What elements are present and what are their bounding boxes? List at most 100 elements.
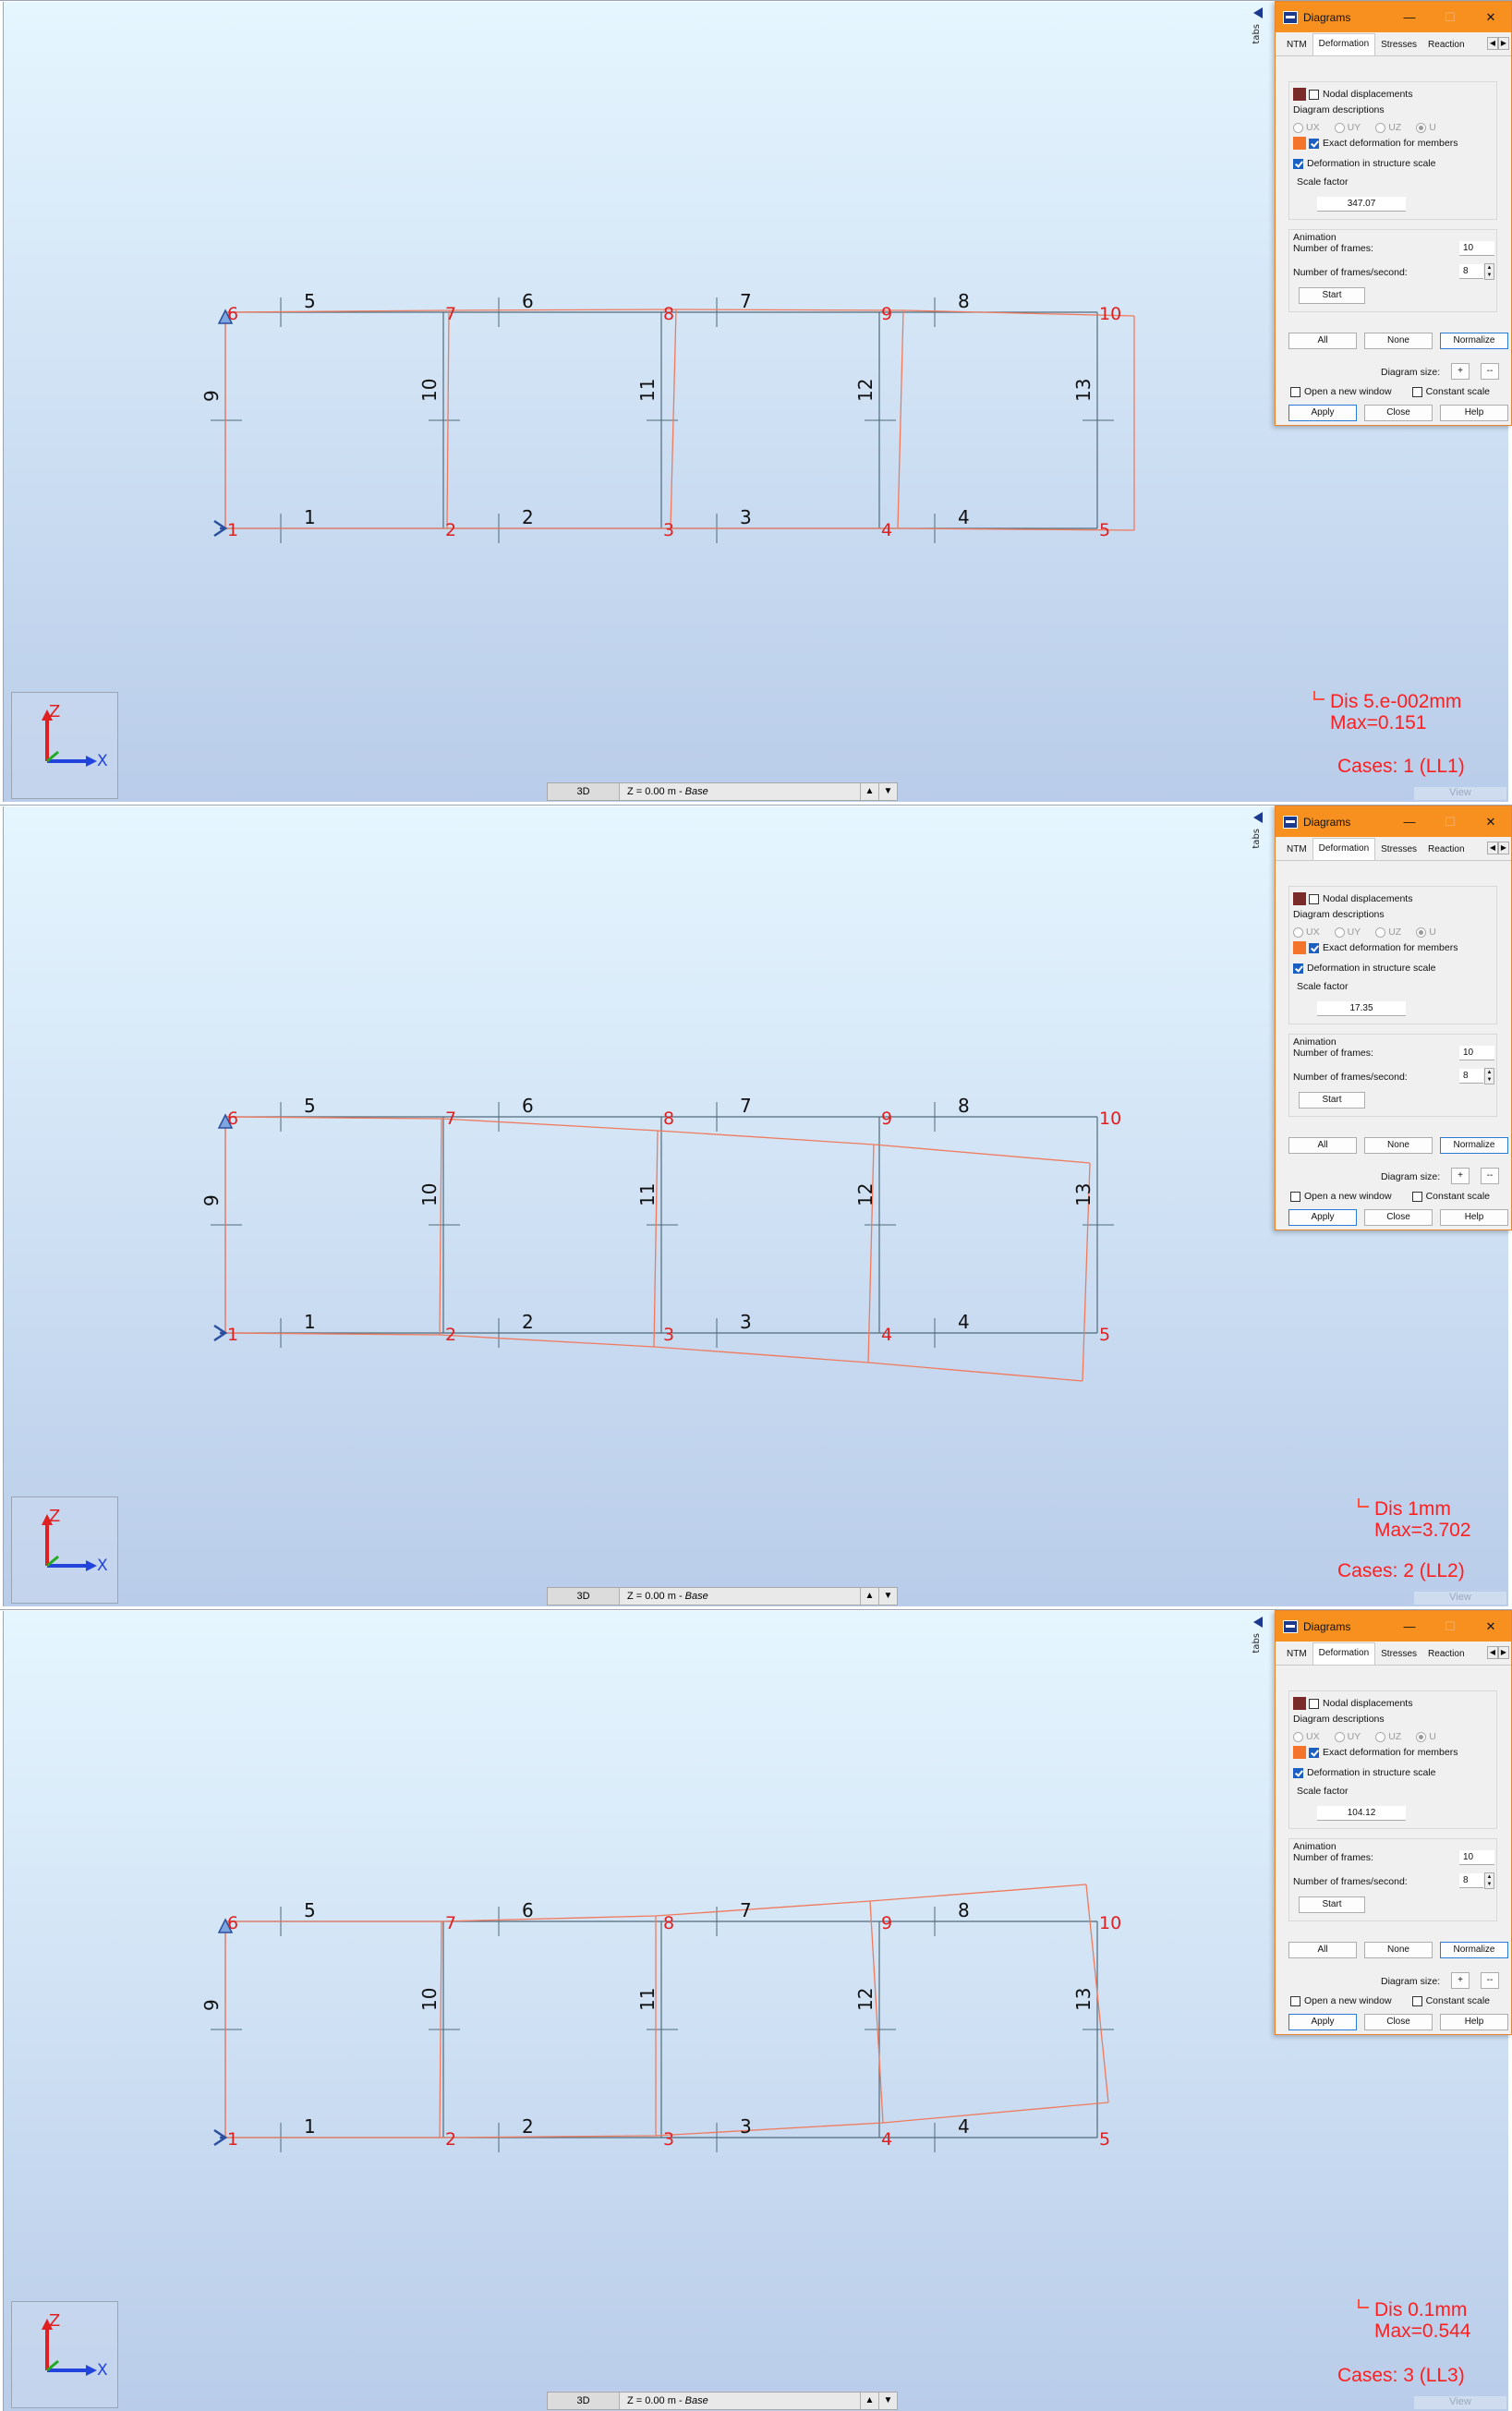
fps-spinner[interactable]: ▲ ▼ <box>1484 1068 1494 1084</box>
close-button[interactable]: Close <box>1364 2014 1433 2030</box>
tab-stresses[interactable]: Stresses <box>1375 1646 1422 1665</box>
fps-input[interactable]: 8 <box>1459 264 1483 279</box>
maximize-button[interactable]: ☐ <box>1430 1619 1470 1634</box>
all-button[interactable]: All <box>1288 1942 1357 1958</box>
scale-factor-input[interactable]: 347.07 <box>1317 197 1406 212</box>
close-button[interactable]: Close <box>1364 405 1433 421</box>
level-down-arrow[interactable]: ▼ <box>878 1588 897 1605</box>
apply-button[interactable]: Apply <box>1288 405 1357 421</box>
none-button[interactable]: None <box>1364 1137 1433 1154</box>
size-plus-button[interactable]: + <box>1451 363 1470 380</box>
nodal-displacements-checkbox[interactable] <box>1309 1698 1319 1709</box>
radio-uz[interactable] <box>1375 1731 1386 1742</box>
size-minus-button[interactable]: -- <box>1481 363 1499 380</box>
dialog-titlebar[interactable]: Diagrams — ☐ ✕ <box>1276 1611 1511 1642</box>
fps-spinner[interactable]: ▲ ▼ <box>1484 1872 1494 1889</box>
none-button[interactable]: None <box>1364 1942 1433 1958</box>
tab-deformation[interactable]: Deformation <box>1312 33 1376 55</box>
structure-scale-checkbox[interactable] <box>1293 158 1303 169</box>
normalize-button[interactable]: Normalize <box>1440 1137 1508 1154</box>
exact-color-swatch[interactable] <box>1293 1746 1306 1759</box>
tab-stresses[interactable]: Stresses <box>1375 842 1422 860</box>
size-plus-button[interactable]: + <box>1451 1972 1470 1989</box>
level-up-arrow[interactable]: ▲ <box>860 1588 878 1605</box>
open-new-window-checkbox[interactable] <box>1290 1995 1300 2006</box>
tab-scroll-left-icon[interactable]: ◀ <box>1487 842 1498 854</box>
radio-uy[interactable] <box>1334 122 1345 133</box>
constant-scale-checkbox[interactable] <box>1411 1191 1422 1202</box>
minimize-button[interactable]: — <box>1389 10 1430 24</box>
start-button[interactable]: Start <box>1299 1092 1365 1109</box>
scale-factor-input[interactable]: 17.35 <box>1317 1001 1406 1016</box>
tab-ntm[interactable]: NTM <box>1281 842 1312 860</box>
level-up-arrow[interactable]: ▲ <box>860 783 878 800</box>
tab-scroll-right-icon[interactable]: ▶ <box>1498 842 1509 854</box>
all-button[interactable]: All <box>1288 1137 1357 1154</box>
close-window-button[interactable]: ✕ <box>1470 815 1511 830</box>
nodal-color-swatch[interactable] <box>1293 88 1306 101</box>
radio-uy[interactable] <box>1334 1731 1345 1742</box>
start-button[interactable]: Start <box>1299 1896 1365 1913</box>
nodal-color-swatch[interactable] <box>1293 892 1306 905</box>
constant-scale-checkbox[interactable] <box>1411 386 1422 397</box>
minimize-button[interactable]: — <box>1389 1619 1430 1633</box>
open-new-window-checkbox[interactable] <box>1290 1191 1300 1202</box>
open-new-window-checkbox[interactable] <box>1290 386 1300 397</box>
maximize-button[interactable]: ☐ <box>1430 10 1470 25</box>
view-tab[interactable]: View <box>1414 787 1506 800</box>
all-button[interactable]: All <box>1288 333 1357 349</box>
radio-u[interactable] <box>1416 1731 1427 1742</box>
frames-input[interactable]: 10 <box>1459 241 1494 256</box>
tab-scroll-right-icon[interactable]: ▶ <box>1498 1646 1509 1659</box>
frames-input[interactable]: 10 <box>1459 1850 1494 1865</box>
radio-uz[interactable] <box>1375 122 1386 133</box>
view-mode-3d[interactable]: 3D <box>548 2393 620 2409</box>
view-tab[interactable]: View <box>1414 2396 1506 2409</box>
collapse-arrow-icon[interactable] <box>1253 812 1263 823</box>
level-down-arrow[interactable]: ▼ <box>878 783 897 800</box>
level-down-arrow[interactable]: ▼ <box>878 2393 897 2409</box>
start-button[interactable]: Start <box>1299 287 1365 304</box>
radio-uy[interactable] <box>1334 927 1345 938</box>
frames-input[interactable]: 10 <box>1459 1046 1494 1060</box>
apply-button[interactable]: Apply <box>1288 2014 1357 2030</box>
view-tab[interactable]: View <box>1414 1592 1506 1605</box>
radio-ux[interactable] <box>1293 1731 1303 1742</box>
scale-factor-input[interactable]: 104.12 <box>1317 1806 1406 1821</box>
normalize-button[interactable]: Normalize <box>1440 1942 1508 1958</box>
level-selector[interactable]: Z = 0.00 m - Base <box>620 2395 860 2406</box>
constant-scale-checkbox[interactable] <box>1411 1995 1422 2006</box>
help-button[interactable]: Help <box>1440 405 1508 421</box>
tab-ntm[interactable]: NTM <box>1281 1646 1312 1665</box>
view-mode-3d[interactable]: 3D <box>548 783 620 800</box>
tab-scroll-left-icon[interactable]: ◀ <box>1487 1646 1498 1659</box>
apply-button[interactable]: Apply <box>1288 1209 1357 1226</box>
nodal-color-swatch[interactable] <box>1293 1697 1306 1710</box>
level-selector[interactable]: Z = 0.00 m - Base <box>620 786 860 797</box>
nodal-displacements-checkbox[interactable] <box>1309 89 1319 100</box>
tab-stresses[interactable]: Stresses <box>1375 37 1422 55</box>
tab-scroll-left-icon[interactable]: ◀ <box>1487 37 1498 50</box>
tab-ntm[interactable]: NTM <box>1281 37 1312 55</box>
collapse-arrow-icon[interactable] <box>1253 7 1263 18</box>
help-button[interactable]: Help <box>1440 2014 1508 2030</box>
tab-reactions[interactable]: Reaction <box>1422 1646 1470 1665</box>
close-window-button[interactable]: ✕ <box>1470 10 1511 25</box>
tab-scroll-right-icon[interactable]: ▶ <box>1498 37 1509 50</box>
radio-u[interactable] <box>1416 927 1427 938</box>
tabs-strip[interactable]: tabs <box>1249 808 1267 910</box>
size-minus-button[interactable]: -- <box>1481 1168 1499 1184</box>
maximize-button[interactable]: ☐ <box>1430 815 1470 830</box>
exact-color-swatch[interactable] <box>1293 137 1306 150</box>
tabs-strip[interactable]: tabs <box>1249 1613 1267 1714</box>
close-button[interactable]: Close <box>1364 1209 1433 1226</box>
nodal-displacements-checkbox[interactable] <box>1309 893 1319 904</box>
dialog-titlebar[interactable]: Diagrams — ☐ ✕ <box>1276 2 1511 32</box>
exact-deformation-checkbox[interactable] <box>1309 138 1319 149</box>
exact-deformation-checkbox[interactable] <box>1309 1747 1319 1758</box>
level-up-arrow[interactable]: ▲ <box>860 2393 878 2409</box>
radio-uz[interactable] <box>1375 927 1386 938</box>
tab-deformation[interactable]: Deformation <box>1312 838 1376 860</box>
fps-input[interactable]: 8 <box>1459 1069 1483 1084</box>
exact-deformation-checkbox[interactable] <box>1309 942 1319 953</box>
